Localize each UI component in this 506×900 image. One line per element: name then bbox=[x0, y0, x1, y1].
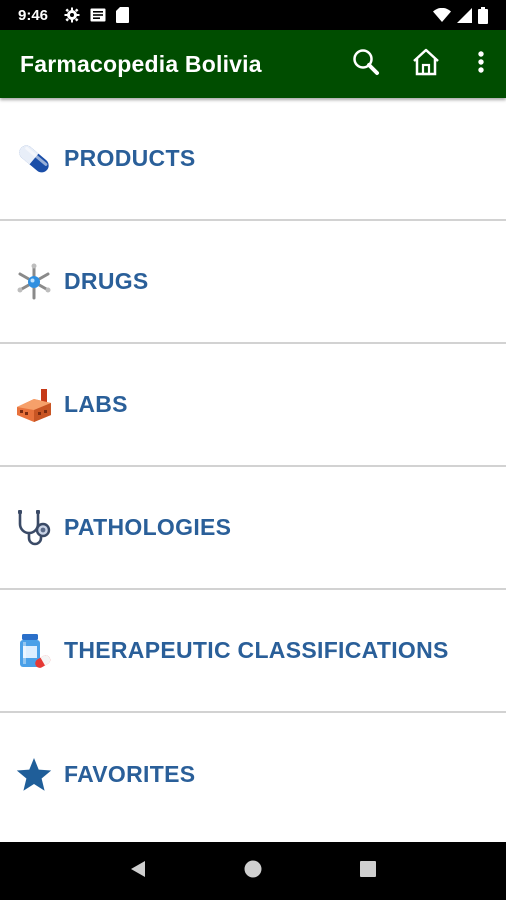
menu-item-products[interactable]: PRODUCTS bbox=[0, 98, 506, 221]
menu-item-label: LABS bbox=[64, 391, 128, 417]
notification-icon bbox=[90, 8, 106, 22]
menu-item-label: PATHOLOGIES bbox=[64, 514, 232, 540]
capsule-icon bbox=[14, 139, 54, 179]
home-button[interactable] bbox=[396, 30, 456, 98]
menu-item-label: FAVORITES bbox=[64, 761, 196, 787]
menu-item-therapeutic-classifications[interactable]: THERAPEUTIC CLASSIFICATIONS bbox=[0, 590, 506, 713]
recents-button[interactable] bbox=[338, 842, 398, 900]
settings-icon bbox=[64, 7, 80, 23]
menu-item-pathologies[interactable]: PATHOLOGIES bbox=[0, 467, 506, 590]
overflow-menu-icon bbox=[477, 50, 485, 79]
menu-item-label: PRODUCTS bbox=[64, 145, 196, 171]
status-left-icons bbox=[64, 7, 130, 23]
app-actions bbox=[336, 30, 506, 98]
stethoscope-icon bbox=[14, 508, 54, 548]
search-button[interactable] bbox=[336, 30, 396, 98]
wifi-icon bbox=[433, 8, 451, 22]
medicine-bottle-icon bbox=[14, 631, 54, 671]
sd-card-icon bbox=[116, 7, 130, 23]
home-icon bbox=[411, 47, 441, 82]
status-right-icons bbox=[433, 6, 488, 24]
search-icon bbox=[351, 47, 381, 82]
back-icon bbox=[128, 859, 148, 884]
menu-item-favorites[interactable]: FAVORITES bbox=[0, 713, 506, 836]
app-title: Farmacopedia Bolivia bbox=[20, 50, 262, 77]
signal-icon bbox=[457, 7, 472, 23]
overflow-menu-button[interactable] bbox=[456, 30, 506, 98]
menu-item-label: DRUGS bbox=[64, 268, 149, 294]
status-time: 9:46 bbox=[18, 6, 49, 24]
battery-icon bbox=[478, 6, 488, 24]
menu-item-drugs[interactable]: DRUGS bbox=[0, 221, 506, 344]
home-circle-icon bbox=[243, 859, 263, 884]
back-button[interactable] bbox=[108, 842, 168, 900]
app-bar: Farmacopedia Bolivia bbox=[0, 30, 506, 98]
status-bar: 9:46 bbox=[0, 0, 506, 30]
system-nav-bar bbox=[0, 842, 506, 900]
recents-icon bbox=[358, 859, 378, 884]
menu-item-labs[interactable]: LABS bbox=[0, 344, 506, 467]
home-nav-button[interactable] bbox=[223, 842, 283, 900]
main-menu: PRODUCTS DRUGS LABS PATHOLOGIES THERAPEU… bbox=[0, 98, 506, 836]
molecule-icon bbox=[14, 262, 54, 302]
factory-icon bbox=[14, 385, 54, 425]
menu-item-label: THERAPEUTIC CLASSIFICATIONS bbox=[64, 637, 449, 663]
star-icon bbox=[14, 755, 54, 795]
